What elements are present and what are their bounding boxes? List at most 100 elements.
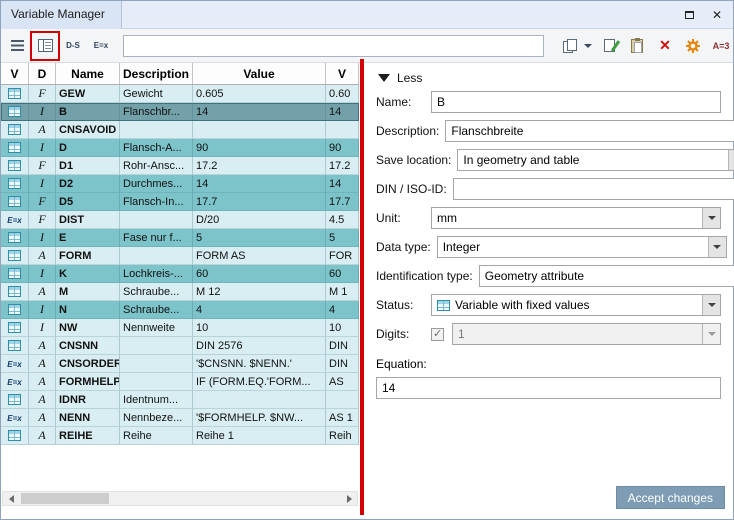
delete-button[interactable] — [653, 34, 677, 58]
table-row-D1[interactable]: F D1 Rohr-Ansc... 17.2 17.2 — [1, 157, 359, 175]
save_location-dropdown-button[interactable] — [728, 150, 734, 170]
status-dropdown-button[interactable] — [702, 295, 720, 315]
save_location-value: In geometry and table — [463, 153, 580, 167]
list-view-button[interactable] — [5, 34, 29, 58]
cell-description: Flanschbr... — [120, 103, 193, 121]
equation-input[interactable] — [376, 377, 721, 399]
table-row-D5[interactable]: F D5 Flansch-In... 17.7 17.7 — [1, 193, 359, 211]
column-header-d-1[interactable]: D — [29, 63, 56, 84]
field-label-save_location: Save location: — [376, 153, 452, 167]
cell-data-type: I — [29, 319, 56, 337]
collapse-toggle[interactable]: Less — [378, 71, 733, 85]
cell-value: D/20 — [193, 211, 326, 229]
form-row-din_iso_id: DIN / ISO-ID: — [376, 178, 734, 200]
column-header-name-2[interactable]: Name — [56, 63, 120, 84]
field-label-status: Status: — [376, 298, 414, 312]
table-row-M[interactable]: A M Schraube... M 12 M 1 — [1, 283, 359, 301]
column-header-value-4[interactable]: Value — [193, 63, 326, 84]
data_type-dropdown-button[interactable] — [707, 237, 726, 257]
cell-value: 0.605 — [193, 85, 326, 103]
din_iso_id-input[interactable] — [452, 178, 734, 200]
close-button[interactable] — [703, 1, 731, 29]
cell-value: 17.2 — [193, 157, 326, 175]
scrollbar-thumb[interactable] — [21, 493, 109, 504]
table-row-FORMHELP[interactable]: AFORMHELP IF (FORM.EQ.'FORM...AS — [1, 373, 359, 391]
data_type-dropdown[interactable]: Integer — [436, 236, 727, 258]
titlebar[interactable]: Variable Manager — [1, 1, 733, 29]
cell-data-type: I — [29, 229, 56, 247]
cell-data-type: A — [29, 121, 56, 139]
cell-value: DIN 2576 — [193, 337, 326, 355]
table-row-E[interactable]: I E Fase nur f... 5 5 — [1, 229, 359, 247]
cell-value2: DIN — [326, 337, 359, 355]
accept-changes-button[interactable]: Accept changes — [615, 486, 725, 509]
unit-dropdown[interactable]: mm — [431, 207, 721, 229]
table-row-CNSORDER[interactable]: ACNSORDER '$CNSNN. $NENN.'DIN — [1, 355, 359, 373]
edit-button[interactable] — [597, 34, 621, 58]
cell-value2 — [326, 391, 359, 409]
table-row-N[interactable]: I N Schraube... 4 4 — [1, 301, 359, 319]
table-row-CNSNN[interactable]: A CNSNN DIN 2576 DIN — [1, 337, 359, 355]
table-variable-icon — [8, 322, 21, 333]
table-row-REIHE[interactable]: A REIHE Reihe Reihe 1 Reih — [1, 427, 359, 445]
description-input[interactable] — [445, 120, 734, 142]
collapse-label: Less — [397, 71, 423, 85]
filter-input[interactable] — [123, 34, 544, 57]
maximize-button[interactable] — [675, 1, 703, 29]
table-row-NENN[interactable]: ANENNNennbeze...'$FORMHELP. $NW...AS 1 — [1, 409, 359, 427]
cell-value2: 17.7 — [326, 193, 359, 211]
cell-data-type: A — [29, 391, 56, 409]
table-row-FORM[interactable]: A FORM FORM AS FOR — [1, 247, 359, 265]
table-row-CNSAVOID[interactable]: A CNSAVOID — [1, 121, 359, 139]
formula-icon — [7, 358, 21, 370]
column-view-button[interactable] — [30, 30, 60, 61]
column-header-description-3[interactable]: Description — [120, 63, 193, 84]
table-row-NW[interactable]: I NW Nennweite 10 10 — [1, 319, 359, 337]
cell-description — [120, 247, 193, 265]
scroll-left-arrow[interactable] — [3, 492, 19, 505]
table-variable-icon — [8, 178, 21, 189]
cell-description — [120, 211, 193, 229]
status-dropdown[interactable]: Variable with fixed values — [431, 294, 721, 316]
identification_type-dropdown[interactable]: Geometry attribute — [478, 265, 734, 287]
cell-status-icon — [1, 319, 29, 337]
name-input[interactable] — [431, 91, 721, 113]
cell-status-icon — [1, 391, 29, 409]
settings-button[interactable] — [681, 34, 705, 58]
ds-mode-button[interactable]: D-S — [61, 34, 85, 58]
equation-mode-button[interactable]: E=x — [89, 34, 113, 58]
cell-name: DIST — [56, 211, 120, 229]
paste-button[interactable] — [625, 34, 649, 58]
table-row-DIST[interactable]: FDIST D/204.5 — [1, 211, 359, 229]
pane-divider-annotation[interactable] — [360, 59, 364, 515]
table-row-K[interactable]: I K Lochkreis-... 60 60 — [1, 265, 359, 283]
table-row-GEW[interactable]: F GEW Gewicht 0.605 0.60 — [1, 85, 359, 103]
chevron-down-icon — [707, 332, 716, 336]
formula-icon — [7, 412, 21, 424]
column-view-icon — [37, 39, 53, 52]
scroll-right-arrow[interactable] — [341, 492, 357, 505]
cell-value: 5 — [193, 229, 326, 247]
rename-variables-button[interactable]: A=3 — [709, 34, 733, 58]
save_location-dropdown[interactable]: In geometry and table — [457, 149, 734, 171]
table-row-D2[interactable]: I D2 Durchmes... 14 14 — [1, 175, 359, 193]
variables-table-pane: V D Name Description Value V F GEW Gewicht 0.605… — [1, 63, 359, 519]
copy-button[interactable] — [558, 34, 582, 58]
digits-checkbox[interactable] — [431, 327, 444, 341]
table-row-B[interactable]: I B Flanschbr... 14 14 — [1, 103, 359, 121]
cell-status-icon — [1, 247, 29, 265]
scrollbar-track[interactable] — [19, 492, 341, 505]
cell-description: Fase nur f... — [120, 229, 193, 247]
cell-status-icon — [1, 193, 29, 211]
ds-icon: D-S — [66, 41, 80, 50]
cell-value: Reihe 1 — [193, 427, 326, 445]
table-variable-icon — [8, 106, 21, 117]
table-row-IDNR[interactable]: A IDNR Identnum... — [1, 391, 359, 409]
digits-dropdown[interactable]: 1 — [452, 323, 721, 345]
unit-dropdown-button[interactable] — [702, 208, 720, 228]
table-row-D[interactable]: I D Flansch-A... 90 90 — [1, 139, 359, 157]
horizontal-scrollbar[interactable] — [2, 491, 358, 506]
column-header-v-0[interactable]: V — [1, 63, 29, 84]
column-header-v-5[interactable]: V — [326, 63, 359, 84]
copy-dropdown-button[interactable] — [582, 34, 593, 58]
